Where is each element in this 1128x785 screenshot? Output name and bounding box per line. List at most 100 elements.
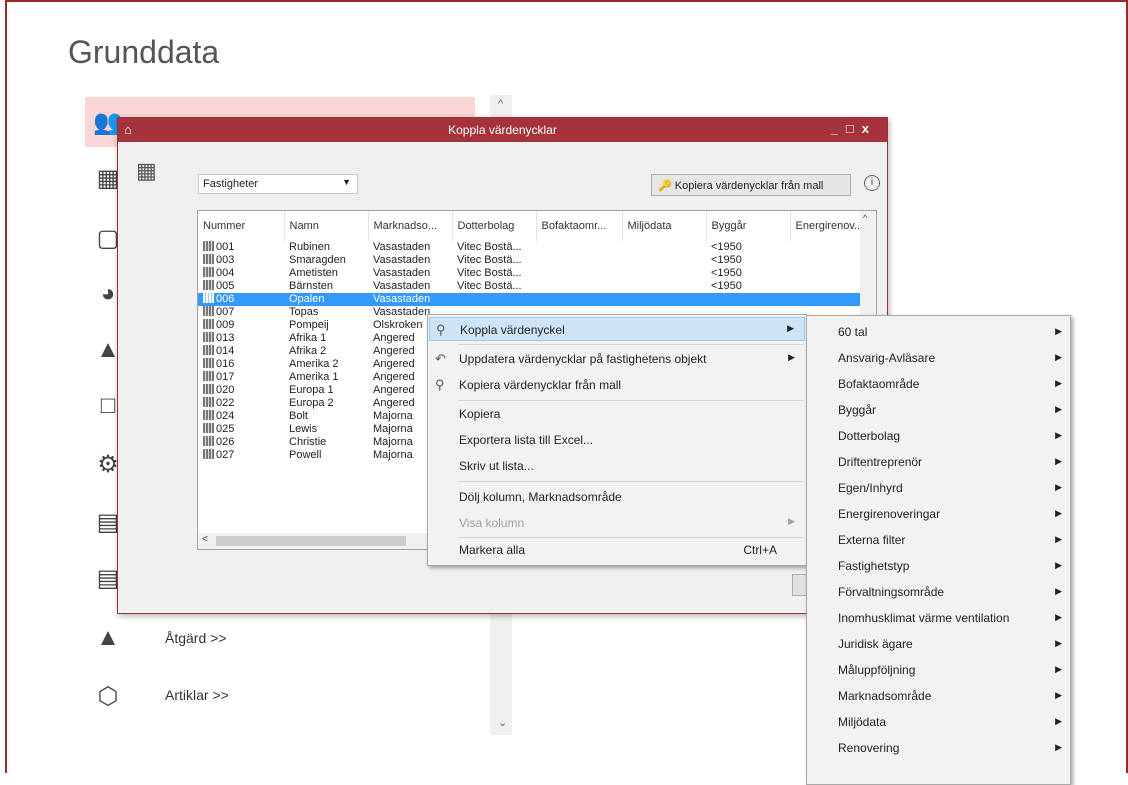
scroll-down-icon[interactable]: ⌄: [498, 716, 507, 729]
scroll-up-icon[interactable]: ^: [863, 213, 867, 223]
cell-byggar: <1950: [711, 267, 742, 279]
info-icon[interactable]: i: [864, 175, 880, 191]
cell-namn: Amerika 1: [289, 371, 339, 383]
brush-icon[interactable]: ▲: [93, 623, 123, 653]
cell-nummer: 027: [198, 449, 284, 462]
maximize-icon[interactable]: □: [846, 121, 862, 136]
table-row[interactable]: 003 Smaragden Vasastaden Vitec Bostä... <195…: [198, 254, 869, 267]
menu-item-label: Visa kolumn: [459, 516, 525, 530]
col-header-namn[interactable]: Namn: [284, 211, 369, 241]
cell-byggar: <1950: [711, 254, 742, 266]
cell-namn: Europa 1: [289, 384, 334, 396]
scroll-thumb[interactable]: [216, 536, 406, 546]
submenu-item[interactable]: Förvaltningsområde ▶: [838, 582, 1062, 602]
cell-namn: Christie: [289, 436, 327, 448]
col-header-bofakta[interactable]: Bofaktaomr...: [536, 211, 623, 241]
table-row[interactable]: 005 Bärnsten Vasastaden Vitec Bostä... <1950: [198, 280, 869, 293]
minimize-icon[interactable]: _: [831, 121, 846, 136]
submenu-item[interactable]: Driftentreprenör ▶: [838, 452, 1062, 472]
cell-namn: Amerika 2: [289, 358, 339, 370]
menu-item-skriv-ut[interactable]: Skriv ut lista...: [429, 454, 805, 478]
window-controls[interactable]: _□x: [831, 121, 877, 136]
scroll-up-icon[interactable]: ^: [498, 98, 503, 110]
menu-item-markera-alla[interactable]: Markera alla Ctrl+A: [429, 538, 805, 562]
object-type-select[interactable]: Fastigheter ▼: [198, 174, 358, 194]
menu-item-label: Markera alla: [459, 543, 526, 557]
cell-miljodata: [622, 254, 706, 267]
submenu-arrow-icon: ▶: [1055, 664, 1062, 674]
cell-nummer: 025: [198, 423, 284, 436]
cell-value: 007: [216, 306, 235, 318]
chevron-down-icon: ▼: [342, 177, 351, 187]
submenu-item-label: Dotterbolag: [838, 429, 901, 443]
cell-namn: Powell: [289, 449, 322, 461]
submenu-item[interactable]: Dotterbolag ▶: [838, 426, 1062, 446]
col-header-marknadsomrade[interactable]: Marknadso...: [368, 211, 453, 241]
menu-item-dolj-kolumn[interactable]: Dölj kolumn, Marknadsområde: [429, 485, 805, 509]
menu-item-kopiera[interactable]: Kopiera: [429, 402, 805, 426]
submenu-item[interactable]: Externa filter ▶: [838, 530, 1062, 550]
copy-from-template-button[interactable]: 🔑 Kopiera värdenycklar från mall: [651, 174, 851, 196]
cell-energi: [790, 280, 869, 293]
submenu-item[interactable]: 60 tal ▶: [838, 322, 1062, 342]
cell-marknad: Vasastaden: [373, 254, 431, 266]
col-header-byggar[interactable]: Byggår: [706, 211, 791, 241]
submenu-item-label: Byggår: [838, 403, 877, 417]
submenu-item[interactable]: Renovering ▶: [838, 738, 1062, 758]
scroll-left-icon[interactable]: <: [202, 534, 208, 545]
submenu-arrow-icon: ▶: [1055, 690, 1062, 700]
submenu-item[interactable]: Marknadsområde ▶: [838, 686, 1062, 706]
col-header-miljodata[interactable]: Miljödata: [622, 211, 707, 241]
submenu-item[interactable]: Måluppföljning ▶: [838, 660, 1062, 680]
cell-nummer: 024: [198, 410, 284, 423]
cell-value: 025: [216, 423, 235, 435]
menu-item-exportera[interactable]: Exportera lista till Excel...: [429, 428, 805, 452]
submenu-arrow-icon: ▶: [1055, 742, 1062, 752]
cell-value: 026: [216, 436, 235, 448]
submenu-item-label: Miljödata: [838, 715, 887, 729]
vardenyckel-submenu: 60 tal ▶ Ansvarig-Avläsare ▶ Bofaktaområde…: [806, 315, 1071, 785]
table-row-selected[interactable]: 006 Opalen Vasastaden: [198, 293, 869, 306]
menu-item-label: Uppdatera värdenycklar på fastighetens o…: [459, 352, 707, 366]
list-item-atgard[interactable]: Åtgärd >>: [165, 630, 227, 646]
submenu-item[interactable]: Juridisk ägare ▶: [838, 634, 1062, 654]
cell-nummer: 016: [198, 358, 284, 371]
cell-nummer: 026: [198, 436, 284, 449]
cell-value: 001: [216, 241, 235, 253]
building-icon: [203, 358, 214, 368]
col-header-dotterbolag[interactable]: Dotterbolag: [452, 211, 537, 241]
submenu-arrow-icon: ▶: [788, 516, 795, 526]
cell-byggar: [706, 293, 790, 306]
col-header-nummer[interactable]: Nummer: [198, 211, 285, 241]
submenu-item[interactable]: Byggår ▶: [838, 400, 1062, 420]
menu-item-visa-kolumn: Visa kolumn ▶: [429, 511, 805, 535]
submenu-item[interactable]: Egen/Inhyrd ▶: [838, 478, 1062, 498]
cell-namn: Smaragden: [289, 254, 346, 266]
submenu-item-label: Egen/Inhyrd: [838, 481, 903, 495]
submenu-item[interactable]: Ansvarig-Avläsare ▶: [838, 348, 1062, 368]
submenu-item[interactable]: Inomhusklimat värme ventilation ▶: [838, 608, 1062, 628]
menu-item-kopiera-fran-mall[interactable]: ⚲ Kopiera värdenycklar från mall: [429, 373, 805, 397]
cell-value: 016: [216, 358, 235, 370]
submenu-item[interactable]: Fastighetstyp ▶: [838, 556, 1062, 576]
submenu-arrow-icon: ▶: [1055, 430, 1062, 440]
table-row[interactable]: 004 Ametisten Vasastaden Vitec Bostä... <195…: [198, 267, 869, 280]
cell-byggar: <1950: [711, 280, 742, 292]
submenu-item[interactable]: Bofaktaområde ▶: [838, 374, 1062, 394]
submenu-item[interactable]: Miljödata ▶: [838, 712, 1062, 732]
menu-item-uppdatera[interactable]: ↶ Uppdatera värdenycklar på fastighetens…: [429, 347, 805, 371]
dialog-titlebar[interactable]: ⌂ Koppla värdenycklar _□x: [118, 118, 887, 142]
cell-namn: Bärnsten: [289, 280, 334, 292]
table-row[interactable]: 001 Rubinen Vasastaden Vitec Bostä... <1950: [198, 241, 869, 254]
cell-value: 013: [216, 332, 235, 344]
submenu-item[interactable]: Energirenoveringar ▶: [838, 504, 1062, 524]
cube-icon[interactable]: ⬡: [93, 681, 123, 711]
object-type-value: Fastigheter: [203, 178, 259, 190]
list-item-artiklar[interactable]: Artiklar >>: [165, 687, 229, 703]
menu-item-koppla-vardenyckel[interactable]: ⚲ Koppla värdenyckel ▶: [429, 317, 805, 341]
col-header-energirenov[interactable]: Energirenov...: [790, 211, 870, 241]
cell-value: 024: [216, 410, 235, 422]
cell-energi: [790, 254, 869, 267]
cell-energi: [790, 293, 869, 306]
close-icon[interactable]: x: [862, 121, 877, 136]
